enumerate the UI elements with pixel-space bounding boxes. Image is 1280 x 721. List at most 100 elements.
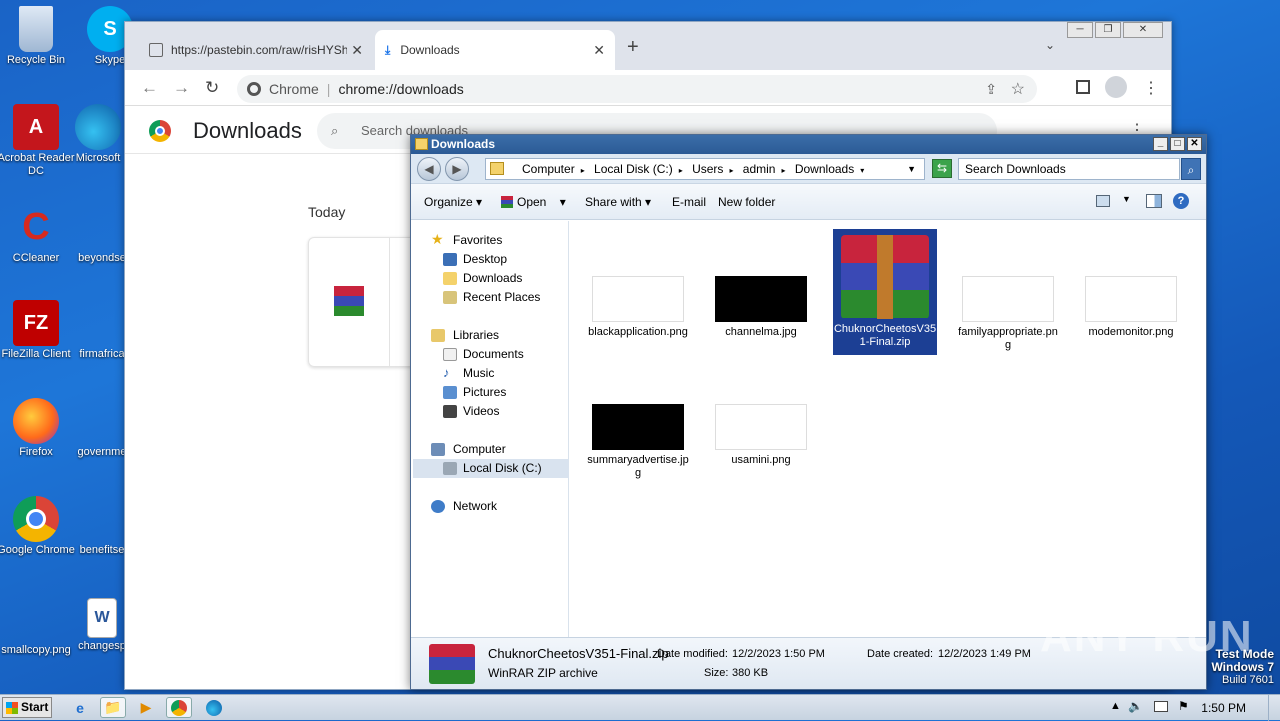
share-with-button[interactable]: Share with ▾: [585, 195, 651, 209]
ie-taskbar-icon[interactable]: e: [67, 697, 93, 718]
maximize-button[interactable]: □: [1170, 137, 1185, 151]
profile-avatar[interactable]: [1105, 76, 1127, 98]
image-thumbnail: [592, 276, 684, 322]
breadcrumb-item[interactable]: Users: [692, 162, 723, 176]
download-card[interactable]: [308, 237, 418, 367]
file-list: blackapplication.png channelma.jpg Chukn…: [571, 221, 1205, 637]
nav-music[interactable]: ♪ Music: [413, 364, 569, 383]
explorer-search-input[interactable]: Search Downloads: [958, 158, 1180, 180]
breadcrumb-item[interactable]: admin: [743, 162, 776, 176]
nav-desktop[interactable]: Desktop: [413, 250, 569, 269]
nav-libraries[interactable]: Libraries: [413, 326, 569, 345]
explorer-taskbar-icon[interactable]: 📁: [100, 697, 126, 718]
nav-favorites[interactable]: ★ Favorites: [413, 231, 569, 250]
search-placeholder: Search Downloads: [965, 162, 1066, 176]
close-tab-icon[interactable]: ✕: [351, 42, 363, 59]
tab-title: Downloads: [400, 43, 460, 57]
search-icon: ⌕: [331, 123, 339, 138]
window-title: Downloads: [431, 137, 496, 151]
blank-file-icon: [79, 398, 125, 444]
file-item[interactable]: channelma.jpg: [709, 276, 813, 339]
address-bar[interactable]: Chrome | chrome://downloads ⇪ ☆: [237, 75, 1037, 103]
open-button[interactable]: Open ▾: [501, 195, 566, 209]
explorer-window: Downloads _ □ ✕ ◀ ▶ Computer ▸ Local Disk…: [410, 134, 1207, 690]
window-controls: ─ ❐ ✕: [1065, 22, 1163, 38]
acrobat-icon: A: [13, 104, 59, 150]
dropdown-arrow-icon[interactable]: ▼: [907, 159, 916, 179]
libraries-icon: [431, 329, 445, 342]
close-tab-icon[interactable]: ✕: [593, 42, 605, 59]
drive-icon: [443, 462, 457, 475]
page-icon: [149, 43, 163, 57]
taskbar: Start e 📁 ▶ ▲ 🔈 ⚑ 1:50 PM: [0, 694, 1280, 721]
network-tray-icon[interactable]: [1154, 701, 1168, 712]
breadcrumb-item[interactable]: Local Disk (C:): [594, 162, 673, 176]
back-button[interactable]: ←: [141, 78, 158, 98]
clock[interactable]: 1:50 PM: [1201, 701, 1246, 715]
filezilla-icon: FZ: [13, 300, 59, 346]
close-button[interactable]: ✕: [1187, 137, 1202, 151]
tab-pastebin[interactable]: https://pastebin.com/raw/risHYShF ✕: [139, 30, 373, 70]
recycle-bin-icon: [19, 6, 53, 52]
desktop-icon-recycle-bin[interactable]: Recycle Bin: [0, 6, 76, 67]
nav-local-disk[interactable]: Local Disk (C:): [413, 459, 569, 478]
minimize-button[interactable]: _: [1153, 137, 1168, 151]
reload-button[interactable]: ↻: [205, 78, 219, 98]
email-button[interactable]: E-mail: [672, 195, 706, 209]
view-options-icon[interactable]: [1096, 195, 1110, 207]
star-icon: ★: [431, 231, 444, 247]
site-chip: Chrome: [269, 81, 319, 97]
image-thumbnail: [715, 404, 807, 450]
search-icon[interactable]: ⌕: [1181, 158, 1201, 180]
file-item[interactable]: blackapplication.png: [586, 276, 690, 339]
help-icon[interactable]: ?: [1173, 193, 1189, 209]
tab-search-chevron-icon[interactable]: ⌄: [1045, 38, 1055, 52]
show-hidden-icons-icon[interactable]: ▲: [1110, 700, 1121, 712]
forward-button[interactable]: →: [173, 78, 190, 98]
nav-computer[interactable]: Computer: [413, 440, 569, 459]
volume-icon[interactable]: 🔈: [1128, 699, 1143, 713]
nav-videos[interactable]: Videos: [413, 402, 569, 421]
breadcrumb[interactable]: Computer ▸ Local Disk (C:) ▸ Users ▸ admin ▸…: [485, 158, 925, 180]
file-item[interactable]: modemonitor.png: [1079, 276, 1183, 339]
tab-downloads[interactable]: ⤓ Downloads ✕: [375, 30, 615, 70]
breadcrumb-item[interactable]: Computer: [522, 162, 575, 176]
breadcrumb-item[interactable]: Downloads: [795, 162, 854, 176]
maximize-button[interactable]: ❐: [1095, 22, 1121, 38]
new-tab-button[interactable]: +: [627, 36, 639, 59]
close-button[interactable]: ✕: [1123, 22, 1163, 38]
winrar-archive-icon: [429, 644, 475, 684]
menu-kebab-icon[interactable]: ⋮: [1143, 78, 1159, 98]
organize-button[interactable]: Organize ▾: [424, 195, 482, 209]
preview-pane-icon[interactable]: [1146, 194, 1162, 208]
file-item[interactable]: usamini.png: [709, 404, 813, 467]
image-file-icon: [13, 612, 59, 642]
nav-pictures[interactable]: Pictures: [413, 383, 569, 402]
minimize-button[interactable]: ─: [1067, 22, 1093, 38]
chrome-logo-icon: [149, 120, 171, 142]
view-dropdown-icon[interactable]: ▼: [1122, 194, 1131, 204]
action-center-flag-icon[interactable]: ⚑: [1178, 699, 1189, 713]
edge-taskbar-icon[interactable]: [201, 697, 227, 718]
chrome-taskbar-icon[interactable]: [166, 697, 192, 718]
winrar-archive-icon: [334, 286, 364, 316]
nav-documents[interactable]: Documents: [413, 345, 569, 364]
file-item-selected[interactable]: ChuknorCheetosV351-Final.zip: [833, 229, 937, 355]
firefox-icon: [13, 398, 59, 444]
nav-downloads[interactable]: Downloads: [413, 269, 569, 288]
share-icon[interactable]: ⇪: [985, 81, 997, 98]
file-item[interactable]: familyappropriate.png: [956, 276, 1060, 352]
media-player-taskbar-icon[interactable]: ▶: [133, 697, 159, 718]
refresh-button[interactable]: ⇆: [932, 159, 952, 178]
back-button[interactable]: ◀: [417, 157, 441, 181]
start-button[interactable]: Start: [2, 697, 52, 718]
star-icon[interactable]: ☆: [1011, 79, 1025, 99]
forward-button[interactable]: ▶: [445, 157, 469, 181]
file-item[interactable]: summaryadvertise.jpg: [586, 404, 690, 480]
side-panel-icon[interactable]: [1076, 80, 1090, 94]
nav-network[interactable]: Network: [413, 497, 569, 516]
show-desktop-button[interactable]: [1268, 695, 1280, 721]
chrome-icon: [13, 496, 59, 542]
new-folder-button[interactable]: New folder: [718, 195, 775, 209]
nav-recent-places[interactable]: Recent Places: [413, 288, 569, 307]
